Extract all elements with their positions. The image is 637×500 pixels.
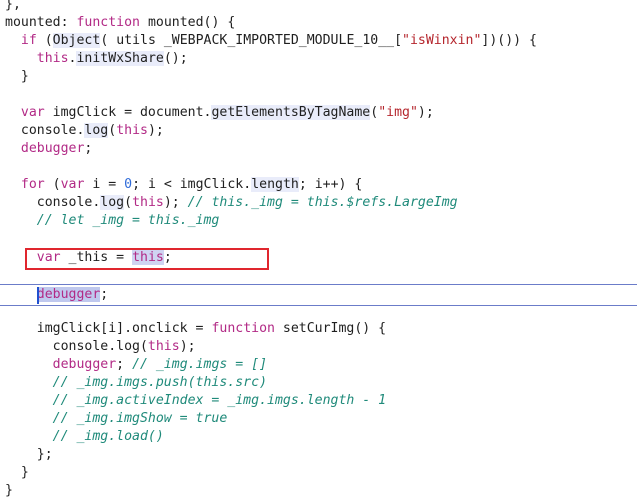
current-line-bottom-border [0,305,637,306]
code-line: }; [5,447,53,462]
highlight-box [25,248,269,270]
code-line: console.log(this); [5,123,164,138]
code-line: debugger; // _img.imgs = [] [52,357,268,372]
code-editor[interactable]: }, mounted: function mounted() { if (Obj… [0,0,637,500]
code-comment-line: // _img.imgs.push(this.src) [5,375,268,390]
code-line-current: debugger; [36,287,109,302]
code-line: mounted: function mounted() { [5,15,236,30]
code-line: imgClick[i].onclick = function setCurImg… [5,321,387,336]
code-line: debugger; [20,141,93,156]
code-line: } [5,465,29,480]
code-line: var imgClick = document.getElementsByTag… [20,105,434,120]
code-line: if (Object( utils _WEBPACK_IMPORTED_MODU… [20,33,537,48]
code-comment-line: // _img.load() [5,429,164,444]
code-line: console.log(this); [5,339,196,354]
code-comment-line: // let _img = this._img [5,213,220,228]
code-line: console.log(this); // this._img = this.$… [5,195,458,210]
code-line: } [5,483,13,498]
code-line: this.initWxShare(); [36,51,188,66]
code-line: }, [5,0,21,12]
code-comment-line: // _img.imgShow = true [5,411,228,426]
code-line: } [5,69,29,84]
text-cursor [37,287,39,304]
code-comment-line: // _img.activeIndex = _img.imgs.length -… [5,393,387,408]
code-line: for (var i = 0; i < imgClick.length; i++… [20,177,363,192]
current-line-top-border [0,284,637,285]
